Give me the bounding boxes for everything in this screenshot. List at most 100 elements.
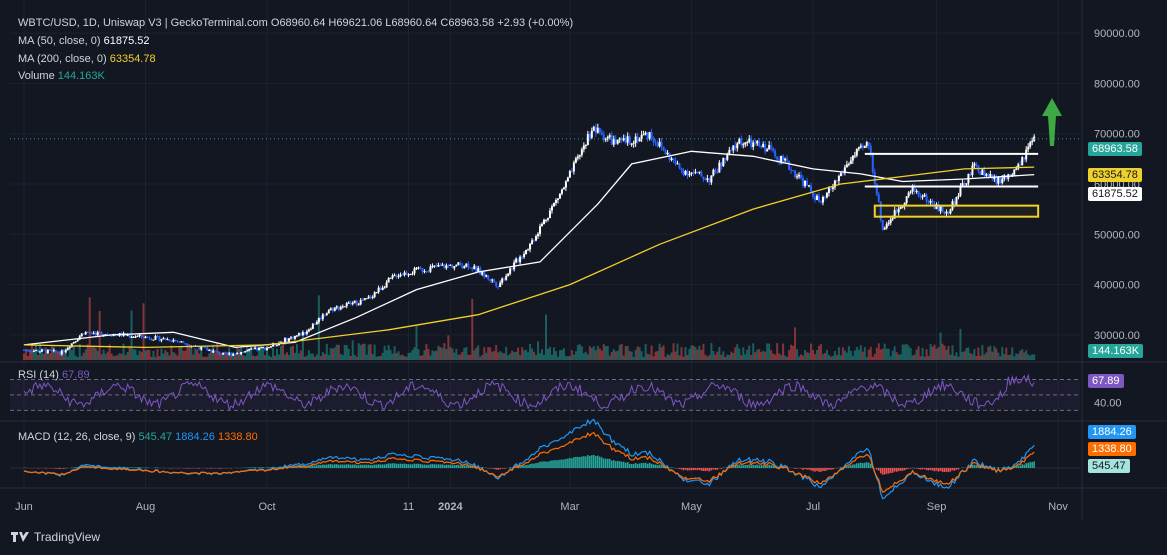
tradingview-logo[interactable]: TradingView [10,530,100,544]
candle-body [311,323,314,329]
volume-bar [112,356,115,360]
volume-bar [238,348,241,360]
volume-bar [96,350,99,360]
macd-histogram-bar [943,468,946,473]
volume-bar [485,352,488,360]
candle-body [612,139,615,145]
volume-bar [405,356,408,360]
candle-body [214,350,217,352]
macd-histogram-bar [423,464,426,468]
volume-bar [654,351,657,360]
candle-body [34,350,37,352]
candle-body [353,300,356,303]
ma200-legend[interactable]: MA (200, close, 0) 63354.78 [18,52,156,66]
volume-bar [829,356,832,360]
volume-bar [999,356,1002,360]
volume-bar [758,349,761,360]
candle-body [373,292,376,297]
candle-body [248,349,251,351]
volume-bar [198,353,201,360]
macd-histogram-bar [652,464,655,468]
candle-body [594,126,597,133]
volume-legend[interactable]: Volume 144.163K [18,69,105,83]
candle-body [391,275,394,278]
candle-body [907,192,910,197]
volume-bar [556,356,559,360]
volume-bar [128,345,131,360]
volume-bar [847,346,850,360]
candle-body [827,188,830,193]
candle-body [732,145,735,151]
macd-histogram-bar [692,468,695,471]
macd-histogram-bar [441,464,444,468]
volume-bar [140,352,143,360]
volume-bar [841,347,844,360]
macd-histogram-bar [587,455,589,468]
macd-histogram-bar [465,465,468,468]
macd-histogram-bar [403,463,406,468]
candle-body [1021,157,1024,166]
macd-histogram-bar [696,468,699,471]
candle-body [782,155,785,161]
macd-histogram-bar [367,464,370,468]
volume-bar [160,348,163,360]
macd-legend[interactable]: MACD (12, 26, close, 9) 545.47 1884.26 1… [18,430,258,444]
volume-bar [232,351,235,360]
macd-histogram-bar [463,465,466,468]
macd-histogram-bar [132,467,135,468]
candle-body [50,350,53,352]
volume-bar [90,345,93,360]
macd-histogram-bar [320,465,322,468]
volume-bar [596,345,599,360]
volume-bar [650,345,653,360]
candle-body [642,134,645,136]
macd-histogram-bar [808,468,810,470]
volume-bar [88,297,91,360]
macd-histogram-bar [318,464,320,468]
volume-bar [676,343,679,360]
candle-body [228,353,231,355]
candle-body [670,158,673,161]
ma50-legend[interactable]: MA (50, close, 0) 61875.52 [18,34,150,48]
candle-body [718,162,721,173]
candle-body [859,145,862,148]
candle-body [847,163,850,165]
candle-body [1013,169,1016,175]
candle-body [299,333,302,336]
volume-bar [321,352,324,360]
macd-histogram-bar [333,464,336,468]
volume-bar [158,356,161,360]
macd-histogram-bar [828,468,830,470]
candle-body [694,171,697,173]
volume-bar [851,355,854,360]
macd-histogram-bar [459,465,462,468]
candle-body [455,264,458,267]
volume-bar [429,355,432,360]
volume-bar [582,353,585,360]
chart-canvas[interactable]: 90000.0080000.0070000.0060000.0050000.00… [0,0,1167,555]
candle-body [734,145,737,149]
candle-body [764,143,767,152]
volume-bar [254,356,257,360]
volume-bar [385,350,388,360]
volume-bar [672,343,675,360]
x-tick-label: Sep [927,501,947,513]
macd-histogram-bar [535,463,537,468]
macd-histogram-bar [830,468,832,470]
volume-bar [505,346,508,360]
macd-histogram-bar [608,458,611,468]
macd-histogram-bar [854,464,856,468]
volume-bar [92,345,95,360]
rsi-legend[interactable]: RSI (14) 67.89 [18,368,90,382]
candle-body [535,236,538,241]
volume-bar [662,345,665,360]
volume-bar [110,353,113,360]
macd-histogram-bar [419,463,422,468]
volume-bar [646,353,649,360]
volume-bar [608,355,611,360]
macd-histogram-bar [431,464,434,468]
volume-bar [602,344,605,360]
candle-body [176,340,179,342]
macd-histogram-bar [248,467,250,468]
volume-bar [616,350,619,360]
